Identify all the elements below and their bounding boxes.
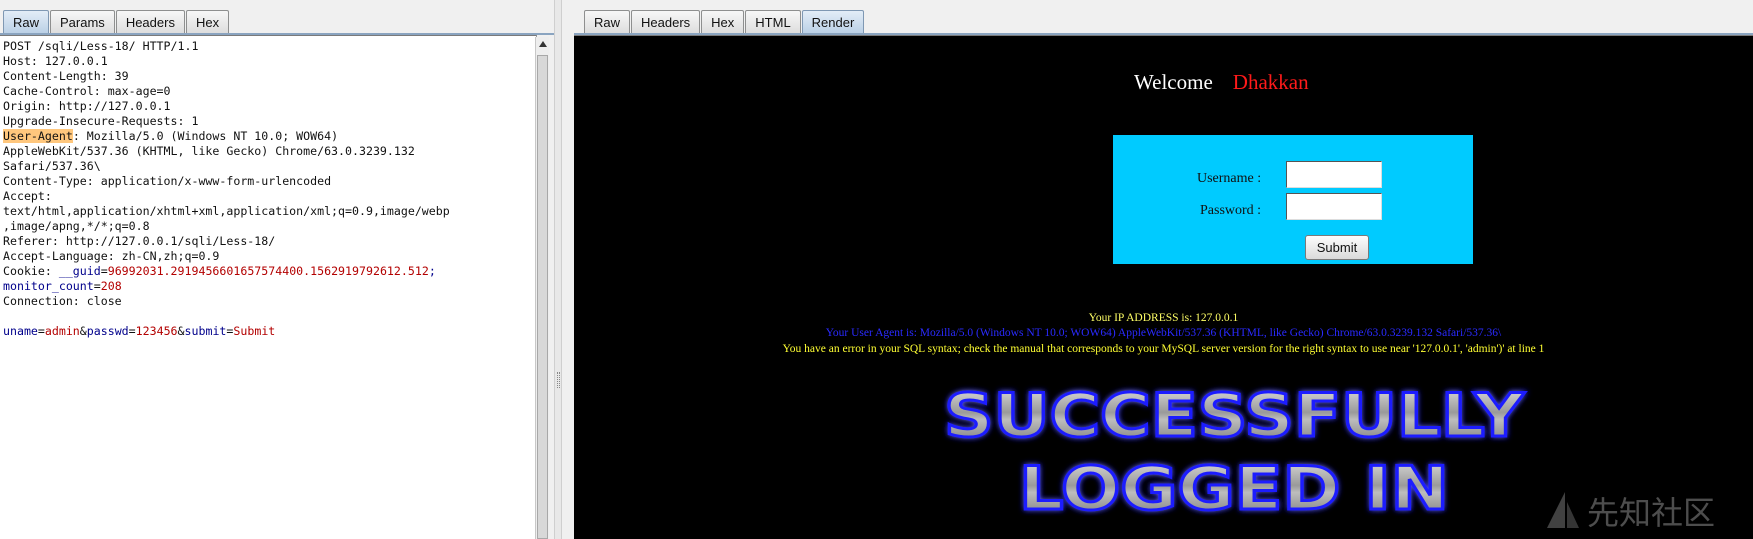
- body-uname-key: uname: [3, 324, 38, 338]
- body-uname-value: admin: [44, 324, 80, 338]
- username-input[interactable]: [1286, 161, 1382, 188]
- origin-header: Origin: http://127.0.0.1: [3, 99, 171, 113]
- watermark-text: 先知社区: [1587, 494, 1716, 532]
- welcome-name: Dhakkan: [1232, 70, 1309, 94]
- body-eq-1: =: [37, 324, 45, 338]
- accept-value-2: ,image/apng,*/*;q=0.8: [3, 219, 150, 233]
- banner-line-2: LOGGED IN: [1019, 454, 1449, 516]
- cookie-label: Cookie:: [3, 264, 59, 278]
- ip-address-text: Your IP ADDRESS is: 127.0.0.1: [1088, 312, 1239, 324]
- accept-header: Accept:: [3, 189, 52, 203]
- request-text[interactable]: POST /sqli/Less-18/ HTTP/1.1 Host: 127.0…: [3, 39, 531, 339]
- body-submit-key: submit: [184, 324, 227, 338]
- welcome-text: Welcome: [1134, 70, 1213, 94]
- tab-raw[interactable]: Raw: [3, 10, 50, 34]
- tab-hex[interactable]: Hex: [185, 10, 230, 34]
- accept-language-header: Accept-Language: zh-CN,zh;q=0.9: [3, 249, 220, 263]
- content-type-header: Content-Type: application/x-www-form-url…: [3, 174, 332, 188]
- cookie-eq: =: [100, 264, 108, 278]
- username-label: Username :: [1197, 171, 1262, 186]
- pane-splitter[interactable]: [554, 0, 562, 539]
- scroll-up-icon[interactable]: [539, 41, 547, 47]
- request-tabbar: Raw Params Headers Hex: [3, 8, 230, 34]
- request-editor[interactable]: POST /sqli/Less-18/ HTTP/1.1 Host: 127.0…: [0, 35, 537, 539]
- body-amp-1: &: [79, 324, 87, 338]
- body-amp-2: &: [177, 324, 185, 338]
- referer-header: Referer: http://127.0.0.1/sqli/Less-18/: [3, 234, 276, 248]
- tab-params[interactable]: Params: [50, 10, 115, 34]
- cache-control-header: Cache-Control: max-age=0: [3, 84, 171, 98]
- request-scrollbar[interactable]: [535, 37, 549, 539]
- cookie-monitor-value: 208: [100, 279, 122, 293]
- body-passwd-key: passwd: [86, 324, 129, 338]
- welcome-heading: Welcome Dhakkan: [1134, 70, 1494, 95]
- host-header: Host: 127.0.0.1: [3, 54, 108, 68]
- user-agent-cont-1: AppleWebKit/537.36 (KHTML, like Gecko) C…: [3, 144, 415, 158]
- user-agent-cont-2: Safari/537.36\: [3, 159, 101, 173]
- password-label: Password :: [1200, 203, 1262, 218]
- scroll-thumb[interactable]: [537, 55, 548, 539]
- tab-raw-response[interactable]: Raw: [584, 10, 631, 34]
- watermark-logo-icon: [1547, 492, 1579, 528]
- cookie-sep: ;: [428, 264, 436, 278]
- response-tabbar: Raw Headers Hex HTML Render: [584, 8, 865, 34]
- splitter-grip-icon[interactable]: [557, 372, 560, 388]
- tab-headers-response[interactable]: Headers: [631, 10, 701, 34]
- watermark: 先知社区: [1539, 484, 1749, 534]
- successfully-logged-in-image: SUCCESSFULLY LOGGED IN: [943, 380, 1528, 517]
- cookie-monitor-key: monitor_count: [3, 279, 94, 293]
- user-agent-value: : Mozilla/5.0 (Windows NT 10.0; WOW64): [72, 129, 339, 143]
- body-eq-2: =: [128, 324, 136, 338]
- upgrade-header: Upgrade-Insecure-Requests: 1: [3, 114, 199, 128]
- tab-html-response[interactable]: HTML: [745, 10, 801, 34]
- body-submit-value: Submit: [233, 324, 276, 338]
- submit-button[interactable]: Submit: [1305, 235, 1369, 260]
- login-form: Username : Password : Submit: [1113, 135, 1473, 264]
- request-line: POST /sqli/Less-18/ HTTP/1.1: [3, 39, 199, 53]
- banner-line-1: SUCCESSFULLY: [944, 381, 1526, 451]
- content-length-header: Content-Length: 39: [3, 69, 129, 83]
- cookie-eq-2: =: [93, 279, 101, 293]
- cookie-guid-key: __guid: [58, 264, 101, 278]
- cookie-guid-value: 96992031.2919456601657574400.15629197926…: [107, 264, 429, 278]
- render-view: Welcome Dhakkan Username : Password : Sub…: [574, 35, 1753, 539]
- sql-error-text: You have an error in your SQL syntax; ch…: [782, 343, 1545, 355]
- user-agent-text: Your User Agent is: Mozilla/5.0 (Windows…: [825, 327, 1502, 339]
- tab-headers[interactable]: Headers: [115, 10, 185, 34]
- password-input[interactable]: [1286, 193, 1382, 220]
- tab-hex-response[interactable]: Hex: [701, 10, 745, 34]
- body-passwd-value: 123456: [135, 324, 178, 338]
- tab-render-response[interactable]: Render: [801, 10, 865, 34]
- connection-header: Connection: close: [3, 294, 122, 308]
- accept-value-1: text/html,application/xhtml+xml,applicat…: [3, 204, 450, 218]
- user-agent-key: User-Agent: [3, 129, 73, 143]
